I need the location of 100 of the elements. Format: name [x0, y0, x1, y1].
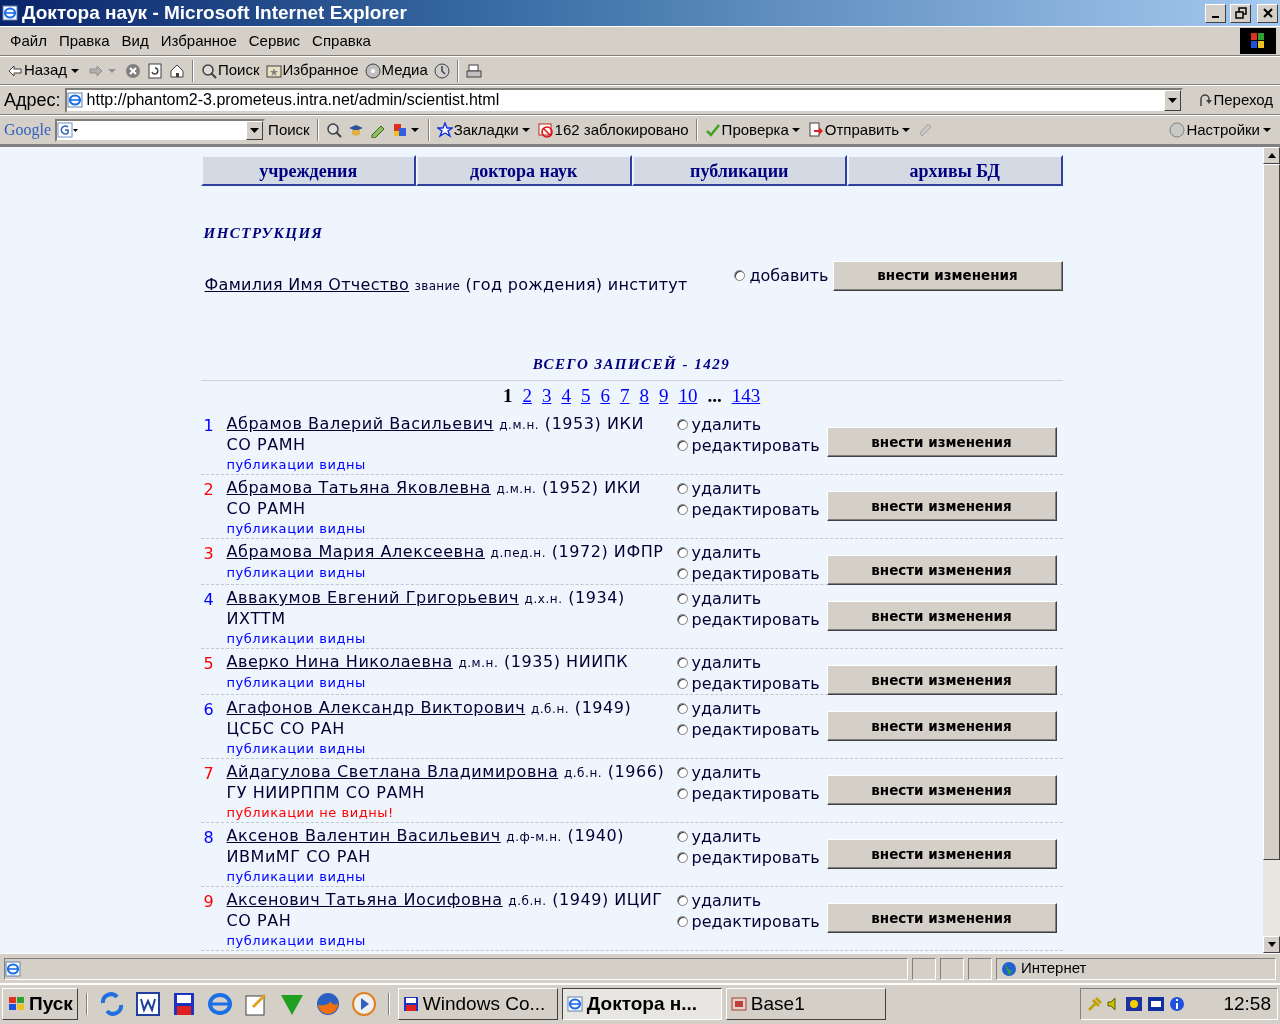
- taskbar-button[interactable]: Base1: [725, 988, 886, 1020]
- nav-tab[interactable]: публикации: [631, 155, 847, 186]
- publications-status: публикации видны: [226, 630, 367, 648]
- record-number: 2: [202, 479, 215, 501]
- publications-status: публикации видны: [226, 674, 367, 692]
- taskbar-button[interactable]: Доктора н...: [561, 988, 722, 1020]
- clock-text: 12:58: [1223, 991, 1271, 1016]
- record-text: Аввакумов Евгений Григорьевич д.х.н. (1934) ИХТТМ: [226, 588, 626, 629]
- bookmarks-button[interactable]: Закладки: [433, 118, 535, 142]
- zone-text: Интернет: [1021, 958, 1087, 979]
- spellcheck-button[interactable]: Проверка: [701, 118, 805, 142]
- menu-item[interactable]: Избранное: [154, 29, 243, 53]
- settings-button[interactable]: Настройки: [1166, 118, 1276, 142]
- taskbar-button[interactable]: Windows Co...: [397, 988, 558, 1020]
- radio-option[interactable]: удалить: [676, 890, 827, 911]
- search-button[interactable]: Поиск: [265, 118, 313, 142]
- record-text: Айдагулова Светлана Владимировна д.б.н. (1966) ГУ НИИРППМ СО РАМН: [226, 762, 666, 803]
- radio-option[interactable]: редактировать: [676, 719, 827, 740]
- address-field[interactable]: http://phantom2-3.prometeus.intra.net/admin/scientist.html: [64, 87, 1184, 113]
- page-link[interactable]: 7: [619, 381, 630, 411]
- publications-status: публикации видны: [226, 564, 367, 582]
- record-number: 1: [202, 415, 215, 437]
- record-number: 6: [202, 699, 215, 721]
- radio-option[interactable]: удалить: [676, 826, 827, 847]
- address-label: Адрес:: [4, 88, 61, 112]
- record-text: Агафонов Александр Викторович д.б.н. (1949) ЦСБС СО РАН: [226, 698, 633, 739]
- radio-option[interactable]: редактировать: [676, 563, 827, 584]
- ellipsis-text: ...: [707, 383, 722, 408]
- menu-item[interactable]: Справка: [306, 29, 377, 53]
- submit-button[interactable]: внести изменения: [826, 601, 1057, 631]
- radio-option[interactable]: удалить: [676, 478, 827, 499]
- back-button[interactable]: Назад: [4, 59, 85, 82]
- submit-button[interactable]: внести изменения: [826, 775, 1057, 805]
- page-link[interactable]: 6: [600, 381, 610, 411]
- submit-button[interactable]: внести изменения: [826, 711, 1057, 741]
- search-button[interactable]: Поиск: [198, 59, 263, 82]
- legend-text: Фамилия Имя Отчество звание (год рождения) институт: [203, 273, 689, 296]
- total-count: ВСЕГО ЗАПИСЕЙ - 1429: [531, 354, 732, 374]
- current-page: 1: [502, 383, 513, 408]
- radio-option[interactable]: удалить: [676, 698, 827, 719]
- page-link[interactable]: 143: [731, 381, 761, 411]
- menu-item[interactable]: Вид: [115, 29, 155, 53]
- nav-tab[interactable]: архивы БД: [847, 155, 1063, 186]
- submit-button[interactable]: внести изменения: [826, 665, 1057, 695]
- publications-status: публикации видны: [226, 740, 367, 758]
- radio-option[interactable]: редактировать: [676, 435, 827, 456]
- record-text: Аксенович Татьяна Иосифовна д.б.н. (1949) ИЦИГ СО РАН: [226, 890, 664, 931]
- record-number: 9: [202, 891, 215, 913]
- radio-option[interactable]: удалить: [676, 414, 827, 435]
- window-title: Доктора наук - Microsoft Internet Explorer: [22, 0, 408, 25]
- submit-button[interactable]: внести изменения: [826, 555, 1057, 585]
- record-number: 7: [202, 763, 215, 785]
- submit-button[interactable]: внести изменения: [826, 427, 1057, 457]
- publications-status: публикации не видны!: [226, 804, 395, 822]
- media-button[interactable]: Медиа: [361, 59, 431, 82]
- record-text: Абрамова Татьяна Яковлевна д.м.н. (1952) ИКИ СО РАМН: [226, 478, 643, 519]
- radio-option[interactable]: редактировать: [676, 847, 827, 868]
- radio-option[interactable]: добавить: [734, 265, 829, 286]
- radio-option[interactable]: удалить: [676, 652, 827, 673]
- radio-option[interactable]: удалить: [676, 542, 827, 563]
- radio-option[interactable]: удалить: [676, 762, 827, 783]
- page-link[interactable]: 9: [658, 381, 669, 411]
- publications-status: публикации видны: [226, 456, 367, 474]
- submit-button[interactable]: внести изменения: [832, 260, 1063, 291]
- popup-blocker-button[interactable]: 162 заблокировано: [534, 118, 692, 142]
- submit-button[interactable]: внести изменения: [826, 839, 1057, 869]
- publications-status: публикации видны: [226, 868, 367, 886]
- record-number: 8: [202, 827, 215, 849]
- send-button[interactable]: Отправить: [804, 118, 916, 142]
- radio-option[interactable]: редактировать: [676, 499, 827, 520]
- record-text: Абрамов Валерий Васильевич д.м.н. (1953) ИКИ СО РАМН: [226, 414, 645, 455]
- record-number: 3: [202, 543, 215, 565]
- nav-tab[interactable]: доктора наук: [416, 155, 632, 186]
- page-link[interactable]: 8: [639, 381, 649, 411]
- record-number: 4: [202, 589, 215, 611]
- nav-tab[interactable]: учреждения: [200, 155, 416, 186]
- record-text: Аксенов Валентин Васильевич д.ф-м.н. (1940) ИВМиМГ СО РАН: [226, 826, 626, 867]
- page-link[interactable]: 10: [678, 381, 698, 411]
- submit-button[interactable]: внести изменения: [826, 903, 1057, 933]
- menu-item[interactable]: Файл: [4, 29, 53, 53]
- radio-option[interactable]: удалить: [676, 588, 827, 609]
- radio-option[interactable]: редактировать: [676, 609, 827, 630]
- menu-item[interactable]: Сервис: [242, 29, 307, 53]
- google-logo: Google: [4, 120, 52, 141]
- submit-button[interactable]: внести изменения: [826, 491, 1057, 521]
- radio-option[interactable]: редактировать: [676, 783, 827, 804]
- page-link[interactable]: 5: [580, 381, 591, 411]
- menu-item[interactable]: Правка: [52, 29, 116, 53]
- record-text: Абрамова Мария Алексеевна д.пед.н. (1972) ИФПР: [226, 542, 665, 563]
- publications-status: публикации видны: [226, 932, 367, 950]
- go-button[interactable]: Переход: [1195, 88, 1276, 112]
- page-link[interactable]: 4: [561, 381, 571, 411]
- page-link[interactable]: 2: [522, 381, 532, 411]
- record-number: 5: [202, 653, 215, 675]
- page-link[interactable]: 3: [541, 381, 552, 411]
- radio-option[interactable]: редактировать: [676, 911, 827, 932]
- radio-option[interactable]: редактировать: [676, 673, 827, 694]
- start-button[interactable]: Пуск: [2, 988, 78, 1020]
- publications-status: публикации видны: [226, 520, 367, 538]
- favorites-button[interactable]: Избранное: [262, 59, 362, 82]
